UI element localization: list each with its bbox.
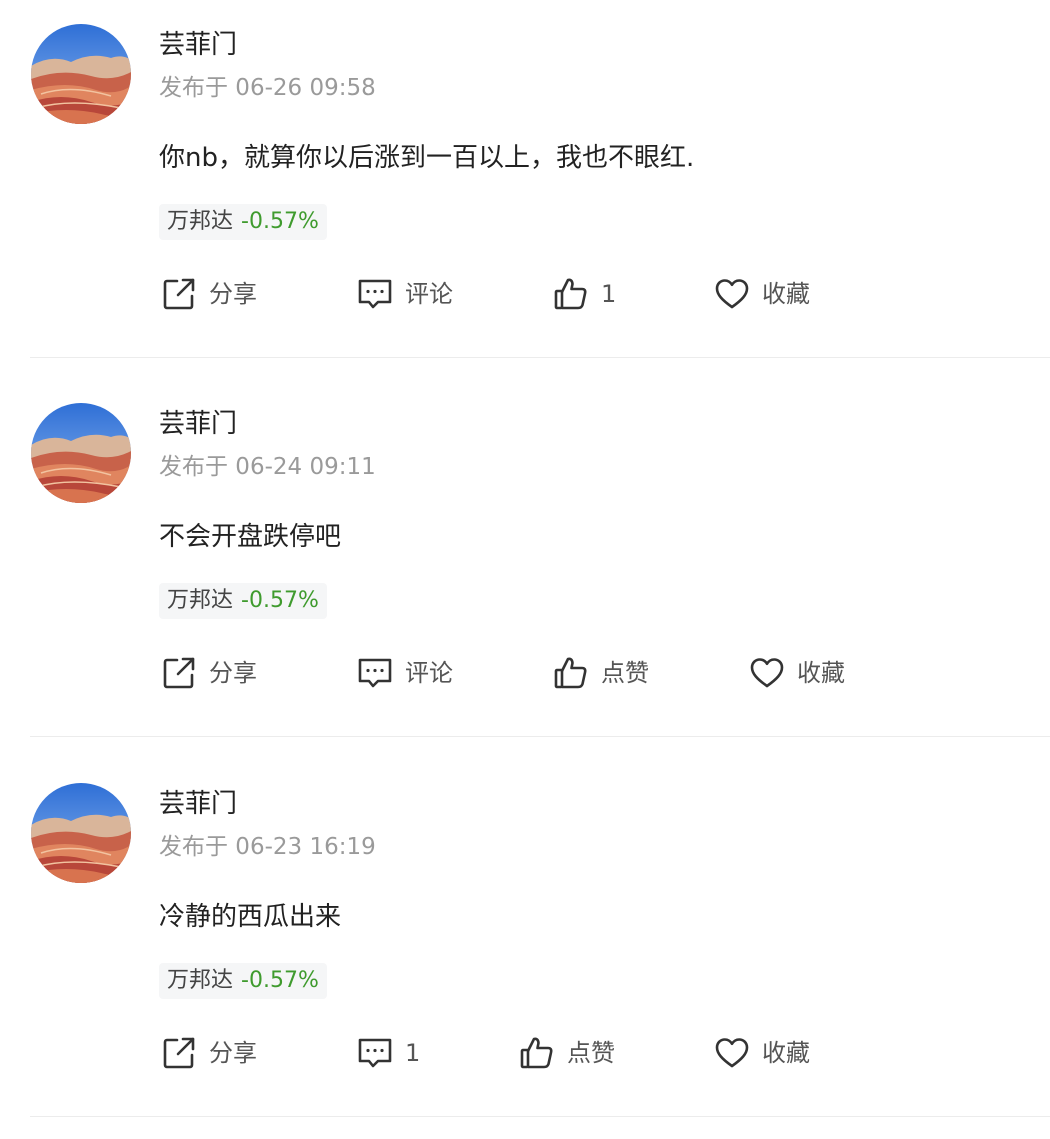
heart-icon xyxy=(714,276,750,312)
thumbs-up-icon xyxy=(553,276,589,312)
comment-icon xyxy=(357,1035,393,1071)
action-bar: 分享 评论 xyxy=(0,651,1050,695)
stock-change: -0.57% xyxy=(241,588,319,613)
stock-name: 万邦达 xyxy=(167,968,234,993)
like-button[interactable]: 1 xyxy=(553,272,616,316)
post-card: 芸菲门 发布于 06-24 09:11 不会开盘跌停吧 万邦达 -0.57% 分享 xyxy=(0,379,1050,759)
avatar[interactable] xyxy=(31,403,131,503)
action-bar: 分享 评论 xyxy=(0,272,1050,316)
stock-tag[interactable]: 万邦达 -0.57% xyxy=(159,963,327,999)
like-button[interactable]: 点赞 xyxy=(519,1031,615,1075)
post-feed: 芸菲门 发布于 06-26 09:58 你nb，就算你以后涨到一百以上，我也不眼… xyxy=(0,0,1050,1120)
share-icon xyxy=(161,655,197,691)
post-card: 芸菲门 发布于 06-23 16:19 冷静的西瓜出来 万邦达 -0.57% 分享 xyxy=(0,759,1050,1139)
share-icon xyxy=(161,276,197,312)
comment-label: 评论 xyxy=(405,280,453,308)
comment-button[interactable]: 1 xyxy=(357,1031,420,1075)
share-label: 分享 xyxy=(209,659,257,687)
publish-time: 发布于 06-24 09:11 xyxy=(159,454,376,480)
username[interactable]: 芸菲门 xyxy=(159,406,237,442)
like-count: 1 xyxy=(601,280,617,308)
like-button[interactable]: 点赞 xyxy=(553,651,649,695)
share-icon xyxy=(161,1035,197,1071)
publish-time: 发布于 06-23 16:19 xyxy=(159,834,376,860)
avatar[interactable] xyxy=(31,783,131,883)
avatar[interactable] xyxy=(31,24,131,124)
post-divider xyxy=(30,736,1050,737)
favorite-label: 收藏 xyxy=(762,280,810,308)
post-content[interactable]: 不会开盘跌停吧 xyxy=(159,517,341,557)
post-content[interactable]: 冷静的西瓜出来 xyxy=(159,897,341,937)
thumbs-up-icon xyxy=(519,1035,555,1071)
share-button[interactable]: 分享 xyxy=(161,651,257,695)
comment-button[interactable]: 评论 xyxy=(357,272,453,316)
favorite-label: 收藏 xyxy=(762,1039,810,1067)
comment-label: 评论 xyxy=(405,659,453,687)
like-label: 点赞 xyxy=(567,1039,615,1067)
comment-count: 1 xyxy=(405,1039,421,1067)
post-content[interactable]: 你nb，就算你以后涨到一百以上，我也不眼红. xyxy=(159,138,694,178)
like-label: 点赞 xyxy=(601,659,649,687)
publish-time: 发布于 06-26 09:58 xyxy=(159,75,376,101)
heart-icon xyxy=(749,655,785,691)
share-label: 分享 xyxy=(209,280,257,308)
stock-tag[interactable]: 万邦达 -0.57% xyxy=(159,583,327,619)
share-button[interactable]: 分享 xyxy=(161,1031,257,1075)
share-label: 分享 xyxy=(209,1039,257,1067)
favorite-label: 收藏 xyxy=(797,659,845,687)
favorite-button[interactable]: 收藏 xyxy=(714,272,810,316)
post-divider xyxy=(30,1116,1050,1117)
username[interactable]: 芸菲门 xyxy=(159,27,237,63)
favorite-button[interactable]: 收藏 xyxy=(749,651,845,695)
stock-tag[interactable]: 万邦达 -0.57% xyxy=(159,204,327,240)
heart-icon xyxy=(714,1035,750,1071)
favorite-button[interactable]: 收藏 xyxy=(714,1031,810,1075)
comment-icon xyxy=(357,655,393,691)
comment-button[interactable]: 评论 xyxy=(357,651,453,695)
share-button[interactable]: 分享 xyxy=(161,272,257,316)
comment-icon xyxy=(357,276,393,312)
thumbs-up-icon xyxy=(553,655,589,691)
username[interactable]: 芸菲门 xyxy=(159,786,237,822)
stock-name: 万邦达 xyxy=(167,588,234,613)
stock-name: 万邦达 xyxy=(167,209,234,234)
stock-change: -0.57% xyxy=(241,968,319,993)
action-bar: 分享 1 点赞 收藏 xyxy=(0,1031,1050,1075)
post-card: 芸菲门 发布于 06-26 09:58 你nb，就算你以后涨到一百以上，我也不眼… xyxy=(0,0,1050,380)
post-divider xyxy=(30,357,1050,358)
stock-change: -0.57% xyxy=(241,209,319,234)
